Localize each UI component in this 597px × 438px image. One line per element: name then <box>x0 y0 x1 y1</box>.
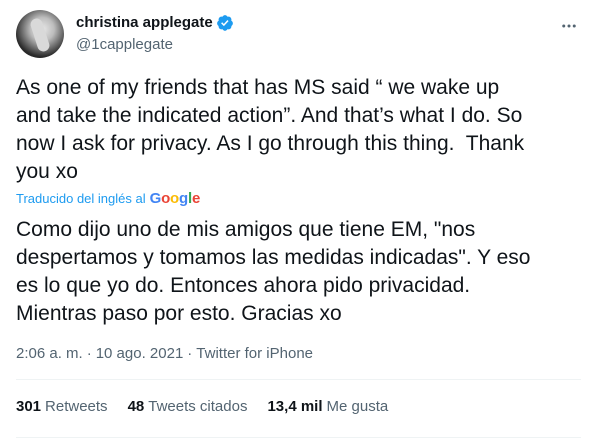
likes-stat[interactable]: 13,4 mil Me gusta <box>267 397 388 417</box>
tweet-date[interactable]: 10 ago. 2021 <box>96 344 184 364</box>
retweets-label: Retweets <box>45 398 108 415</box>
tweet-source[interactable]: Twitter for iPhone <box>196 344 313 364</box>
meta-separator: · <box>187 345 193 362</box>
quotes-label: Tweets citados <box>148 398 248 415</box>
avatar[interactable] <box>16 10 64 58</box>
more-horizontal-icon[interactable] <box>557 14 581 38</box>
engagement-stats: 301 Retweets 48 Tweets citados 13,4 mil … <box>16 397 408 417</box>
avatar-figure <box>29 16 51 54</box>
likes-label: Me gusta <box>326 398 389 415</box>
retweets-stat[interactable]: 301 Retweets <box>16 397 108 417</box>
google-logo: Google <box>149 190 201 207</box>
tweet-time[interactable]: 2:06 a. m. <box>16 344 83 364</box>
tweet-metadata: 2:06 a. m. · 10 ago. 2021 · Twitter for … <box>16 344 313 364</box>
quote-tweets-stat[interactable]: 48 Tweets citados <box>128 397 248 417</box>
likes-count: 13,4 mil <box>267 398 323 415</box>
author-handle[interactable]: @1capplegate <box>76 35 234 55</box>
author-block: christina applegate @1capplegate <box>76 13 234 55</box>
translated-tweet-text: Como dijo uno de mis amigos que tiene EM… <box>16 218 531 325</box>
author-display-name[interactable]: christina applegate <box>76 13 213 33</box>
quotes-count: 48 <box>127 398 145 415</box>
tweet-text: As one of my friends that has MS said “ … <box>16 76 525 183</box>
tweet-header: christina applegate @1capplegate <box>16 10 581 60</box>
divider <box>16 379 581 380</box>
meta-separator: · <box>86 345 92 362</box>
translation-attribution[interactable]: Traducido del inglés al Google <box>16 191 200 207</box>
retweets-count: 301 <box>16 398 42 415</box>
author-name-row[interactable]: christina applegate <box>76 13 234 33</box>
translated-by-label: Traducido del inglés al <box>16 191 146 206</box>
tweet-card: christina applegate @1capplegate As one … <box>0 0 597 438</box>
verified-badge-icon <box>216 14 234 32</box>
